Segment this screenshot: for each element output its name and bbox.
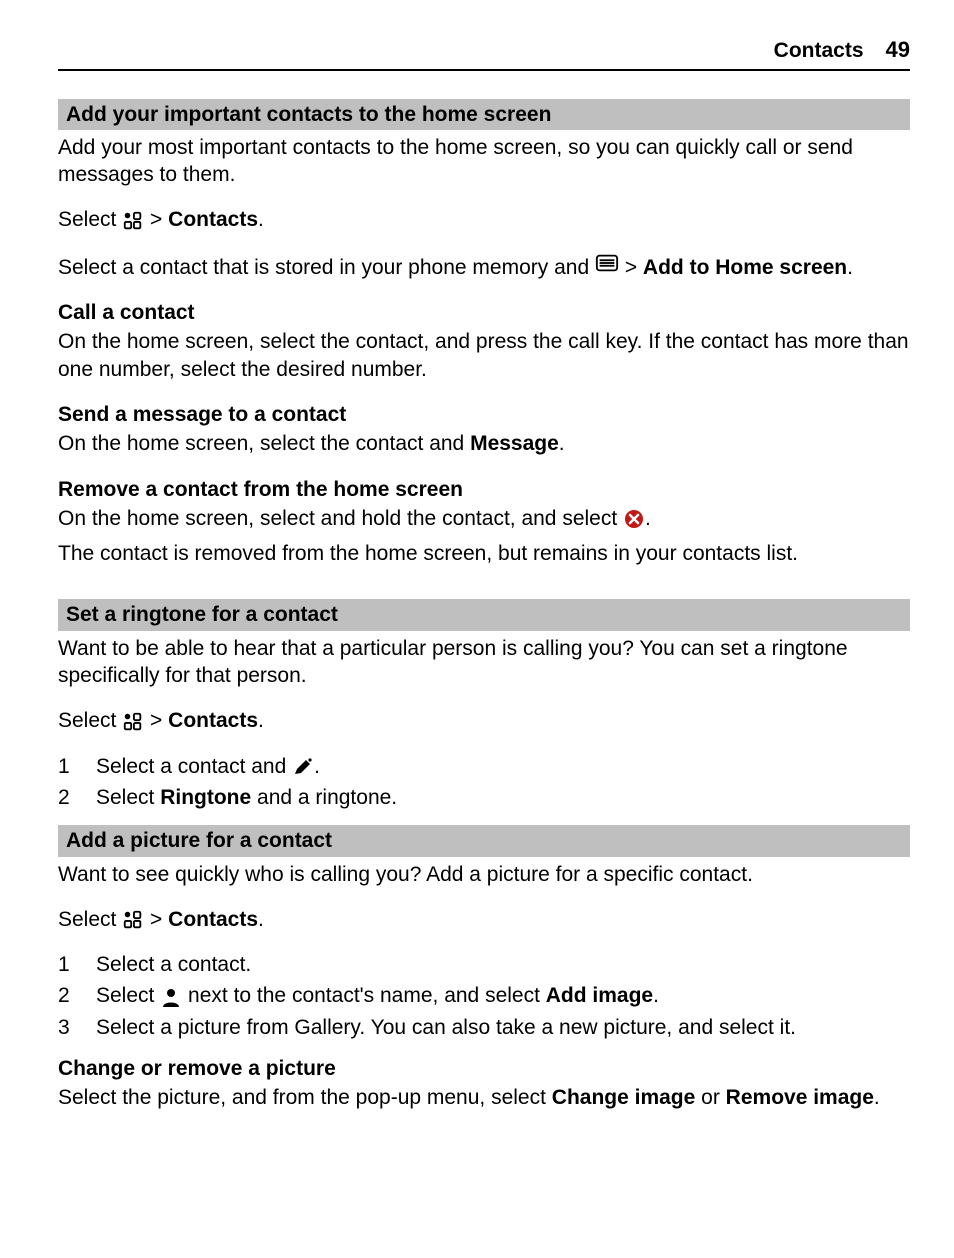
section-heading-add-contacts-home: Add your important contacts to the home …: [58, 99, 910, 130]
text: Select a contact that is stored in your …: [58, 256, 595, 279]
menu-path-add-image: Add image: [546, 984, 653, 1007]
body-text: The contact is removed from the home scr…: [58, 540, 910, 567]
list-text: Select next to the contact's name, and s…: [96, 982, 659, 1009]
text: Select: [58, 709, 122, 732]
subheading-remove-contact: Remove a contact from the home screen: [58, 476, 910, 503]
text: Select a contact and: [96, 755, 292, 778]
list-text: Select a contact.: [96, 951, 251, 978]
body-text: Select > Contacts.: [58, 707, 910, 734]
person-silhouette-icon: [160, 986, 182, 1008]
apps-grid-icon: [122, 210, 144, 232]
text: .: [559, 432, 565, 455]
page-header: Contacts 49: [58, 36, 910, 71]
menu-path-ringtone: Ringtone: [160, 786, 251, 809]
list-number: 1: [58, 951, 72, 978]
menu-path-contacts: Contacts: [168, 709, 258, 732]
subheading-change-picture: Change or remove a picture: [58, 1055, 910, 1082]
body-text: Want to be able to hear that a particula…: [58, 635, 910, 690]
text: .: [258, 709, 264, 732]
text: >: [150, 709, 168, 732]
numbered-list: 1 Select a contact and . 2 Select Ringto…: [58, 753, 910, 812]
body-text: On the home screen, select the contact, …: [58, 328, 910, 383]
menu-path-contacts: Contacts: [168, 908, 258, 931]
text: .: [645, 507, 651, 530]
list-number: 2: [58, 784, 72, 811]
numbered-list: 1 Select a contact. 2 Select next to the…: [58, 951, 910, 1041]
body-text: Select > Contacts.: [58, 206, 910, 233]
list-item: 2 Select next to the contact's name, and…: [58, 982, 910, 1009]
menu-path-add-home: Add to Home screen: [643, 256, 847, 279]
header-section: Contacts: [774, 37, 864, 64]
text: or: [695, 1086, 725, 1109]
list-number: 1: [58, 753, 72, 780]
text: >: [150, 208, 168, 231]
body-text: On the home screen, select the contact a…: [58, 430, 910, 457]
body-text: On the home screen, select and hold the …: [58, 505, 910, 532]
body-text: Select the picture, and from the pop-up …: [58, 1084, 910, 1111]
section-heading-set-ringtone: Set a ringtone for a contact: [58, 599, 910, 630]
text: .: [258, 908, 264, 931]
text: >: [150, 908, 168, 931]
text: .: [653, 984, 659, 1007]
list-item: 3 Select a picture from Gallery. You can…: [58, 1014, 910, 1041]
text: .: [874, 1086, 880, 1109]
section-heading-add-picture: Add a picture for a contact: [58, 825, 910, 856]
list-item: 2 Select Ringtone and a ringtone.: [58, 784, 910, 811]
list-number: 2: [58, 982, 72, 1009]
subheading-send-message: Send a message to a contact: [58, 401, 910, 428]
subheading-call-contact: Call a contact: [58, 299, 910, 326]
text: .: [314, 755, 320, 778]
body-text: Want to see quickly who is calling you? …: [58, 861, 910, 888]
text: On the home screen, select the contact a…: [58, 432, 470, 455]
text: >: [625, 256, 643, 279]
menu-path-message: Message: [470, 432, 559, 455]
text: Select the picture, and from the pop-up …: [58, 1086, 552, 1109]
list-item: 1 Select a contact and .: [58, 753, 910, 780]
apps-grid-icon: [122, 711, 144, 733]
apps-grid-icon: [122, 909, 144, 931]
text: next to the contact's name, and select: [188, 984, 546, 1007]
text: Select: [58, 208, 122, 231]
text: On the home screen, select and hold the …: [58, 507, 623, 530]
text: .: [258, 208, 264, 231]
list-number: 3: [58, 1014, 72, 1041]
list-text: Select Ringtone and a ringtone.: [96, 784, 397, 811]
text: and a ringtone.: [251, 786, 397, 809]
text: Select: [96, 984, 160, 1007]
body-text: Select > Contacts.: [58, 906, 910, 933]
body-text: Add your most important contacts to the …: [58, 134, 910, 189]
options-menu-icon: [595, 252, 619, 274]
list-text: Select a picture from Gallery. You can a…: [96, 1014, 796, 1041]
list-text: Select a contact and .: [96, 753, 320, 780]
text: .: [847, 256, 853, 279]
text: Select: [58, 908, 122, 931]
menu-path-change-image: Change image: [552, 1086, 696, 1109]
edit-pencil-icon: [292, 756, 314, 778]
text: Select: [96, 786, 160, 809]
header-page-number: 49: [886, 36, 910, 65]
menu-path-remove-image: Remove image: [726, 1086, 874, 1109]
menu-path-contacts: Contacts: [168, 208, 258, 231]
list-item: 1 Select a contact.: [58, 951, 910, 978]
delete-x-icon: [623, 508, 645, 530]
body-text: Select a contact that is stored in your …: [58, 252, 910, 281]
